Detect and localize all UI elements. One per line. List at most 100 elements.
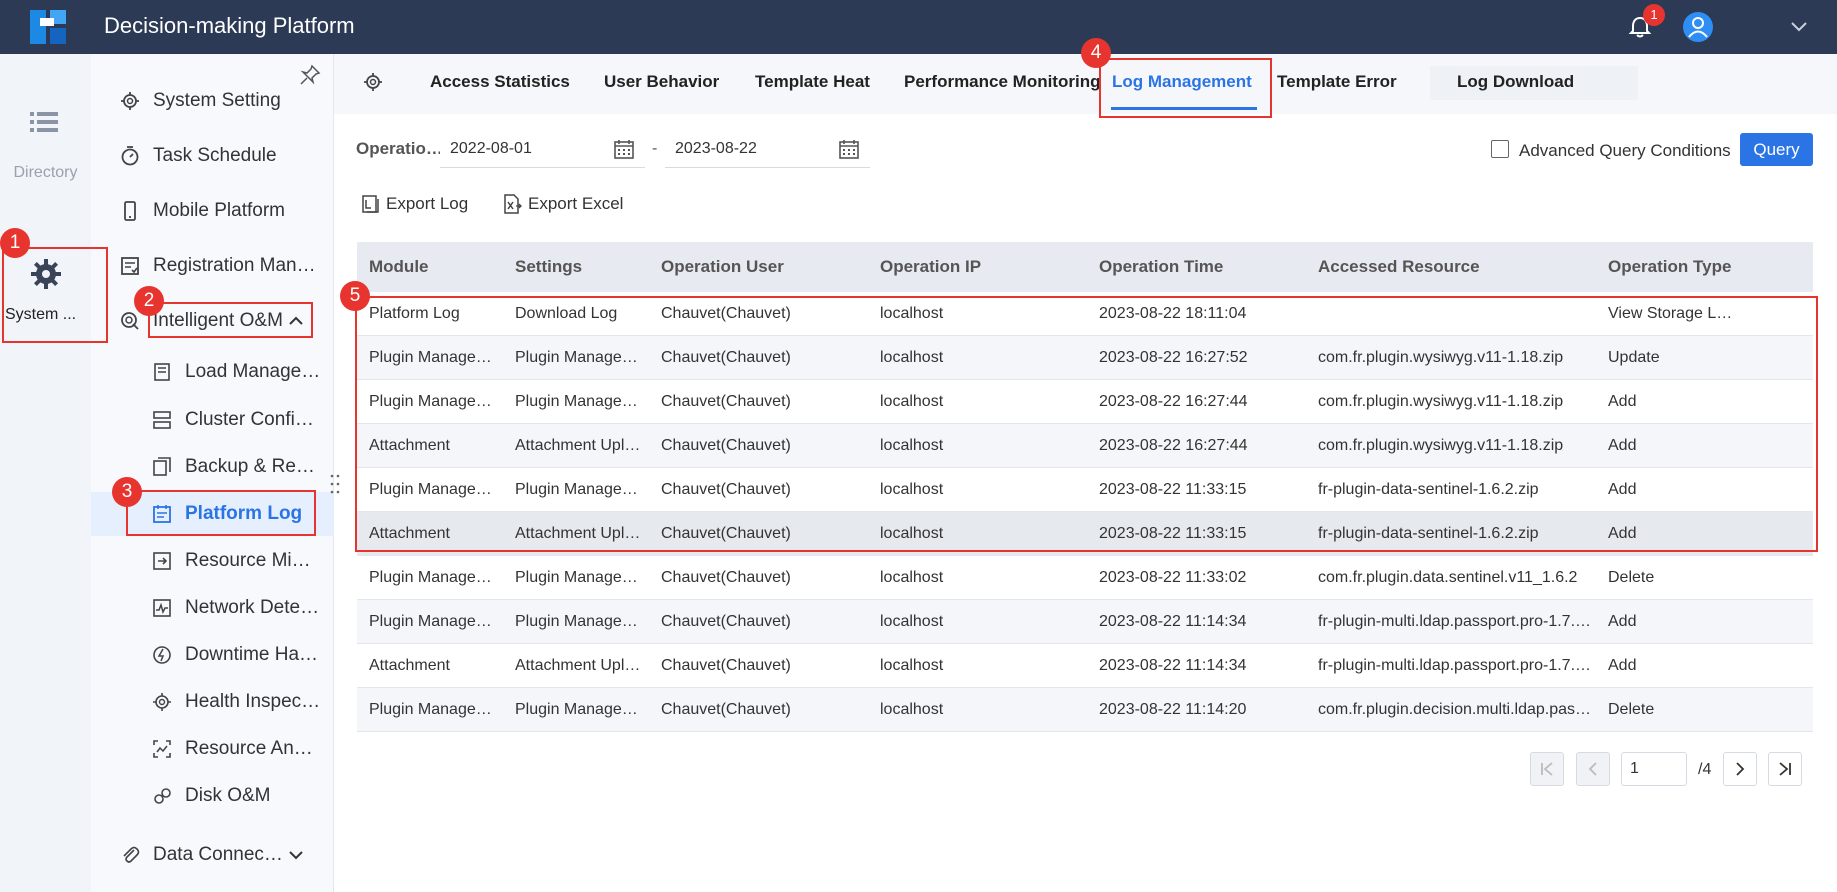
table-cell: Add (1608, 393, 1637, 410)
table-row[interactable]: Plugin Manage… Plugin Manage… Chauvet(Chau… (357, 556, 1813, 600)
table-row[interactable]: Plugin Manage… Plugin Manage… Chauvet(Chau… (357, 380, 1813, 424)
nav-sub-health-inspection[interactable]: Health Inspec… (91, 680, 334, 724)
nav-sub-load-management[interactable]: Load Manage… (91, 350, 334, 394)
cluster-icon (153, 411, 171, 429)
table-cell: Chauvet(Chauvet) (661, 525, 791, 542)
table-row[interactable]: Attachment Attachment Upl… Chauvet(Chauvet… (357, 644, 1813, 688)
table-cell: com.fr.plugin.data.sentinel.v11_1.6.2 (1318, 569, 1578, 586)
table-cell: 2023-08-22 16:27:52 (1099, 349, 1248, 366)
table-header-cell[interactable]: Module (369, 257, 499, 277)
table-header-row: Module Settings Operation User Operation… (357, 242, 1813, 292)
nav-sub-resource-migration[interactable]: Resource Mi… (91, 539, 334, 583)
start-date-field[interactable]: 2022-08-01 (440, 130, 645, 168)
table-header-cell[interactable]: Operation User (661, 257, 861, 277)
health-icon (153, 693, 171, 711)
nav-sub-label: Health Inspec… (185, 691, 321, 712)
chevron-down-icon[interactable] (1790, 17, 1808, 35)
load-icon (154, 363, 170, 381)
excel-icon (504, 194, 522, 214)
nav-sub-label: Resource Mi… (185, 550, 311, 571)
table-row[interactable]: Attachment Attachment Upl… Chauvet(Chauvet… (357, 424, 1813, 468)
table-cell: Chauvet(Chauvet) (661, 481, 791, 498)
downtime-icon (153, 646, 171, 664)
prev-page-button[interactable] (1576, 752, 1610, 786)
nav-sub-cluster-config[interactable]: Cluster Confi… (91, 398, 334, 442)
table-header-cell[interactable]: Operation Type (1608, 257, 1748, 277)
table-header-cell[interactable]: Settings (515, 257, 645, 277)
table-header-cell[interactable]: Operation Time (1099, 257, 1299, 277)
directory-label[interactable]: Directory (0, 164, 91, 182)
nav-item-mobile-platform[interactable]: Mobile Platform (91, 189, 334, 233)
nav-sub-downtime-handling[interactable]: Downtime Ha… (91, 633, 334, 677)
first-page-icon (1541, 762, 1553, 776)
table-cell: 2023-08-22 16:27:44 (1099, 437, 1248, 454)
directory-list-icon[interactable] (28, 106, 60, 138)
table-cell: Plugin Manage… (515, 613, 638, 630)
page-number-input[interactable]: 1 (1621, 752, 1687, 786)
nav-item-intelligent-om[interactable]: Intelligent O&M (91, 299, 334, 343)
table-header-cell[interactable]: Operation IP (880, 257, 1080, 277)
table-row[interactable]: Plugin Manage… Plugin Manage… Chauvet(Chau… (357, 468, 1813, 512)
table-header-cell[interactable]: Accessed Resource (1318, 257, 1598, 277)
table-cell: Plugin Manage… (515, 569, 638, 586)
tab-settings-gear-icon[interactable] (362, 71, 384, 93)
table-row[interactable]: Plugin Manage… Plugin Manage… Chauvet(Chau… (357, 336, 1813, 380)
table-cell: localhost (880, 393, 944, 410)
table-row[interactable]: Attachment Attachment Upl… Chauvet(Chauvet… (357, 512, 1813, 556)
registration-icon (121, 257, 139, 275)
chevron-left-icon (1588, 762, 1597, 776)
nav-sub-resource-analysis[interactable]: Resource An… (91, 727, 334, 771)
table-row[interactable]: Plugin Manage… Plugin Manage… Chauvet(Chau… (357, 600, 1813, 644)
nav-item-registration[interactable]: Registration Man… (91, 244, 334, 288)
user-avatar[interactable] (1683, 12, 1713, 42)
end-date-field[interactable]: 2023-08-22 (665, 130, 870, 168)
export-log-button[interactable]: Export Log (362, 194, 468, 214)
log-table: Module Settings Operation User Operation… (357, 242, 1813, 732)
resize-handle-icon[interactable] (330, 472, 340, 496)
chevron-up-icon[interactable] (287, 312, 305, 330)
table-cell: fr-plugin-data-sentinel-1.6.2.zip (1318, 525, 1539, 542)
table-cell: Chauvet(Chauvet) (661, 569, 791, 586)
nav-sub-network-detection[interactable]: Network Dete… (91, 586, 334, 630)
table-cell: localhost (880, 481, 944, 498)
table-cell: Attachment Upl… (515, 657, 641, 674)
advanced-query-label[interactable]: Advanced Query Conditions (1519, 141, 1731, 161)
app-logo-icon[interactable] (30, 8, 70, 46)
tab-log-download[interactable]: Log Download (1457, 72, 1574, 92)
query-button[interactable]: Query (1740, 133, 1813, 166)
notification-badge: 1 (1643, 4, 1665, 26)
table-cell: com.fr.plugin.wysiwyg.v11-1.18.zip (1318, 349, 1564, 366)
nav-item-task-schedule[interactable]: Task Schedule (91, 134, 334, 178)
advanced-query-checkbox[interactable] (1491, 140, 1509, 158)
nav-sub-label: Cluster Confi… (185, 409, 314, 430)
tab-access-statistics[interactable]: Access Statistics (430, 72, 570, 92)
nav-item-label: Task Schedule (153, 145, 277, 166)
export-excel-label: Export Excel (528, 194, 624, 213)
tab-log-management[interactable]: Log Management (1112, 72, 1252, 92)
nav-item-system-setting[interactable]: System Setting (91, 79, 334, 123)
nav-item-data-connection[interactable]: Data Connec… (91, 833, 334, 877)
table-cell: Platform Log (369, 305, 460, 322)
tab-template-error[interactable]: Template Error (1277, 72, 1397, 92)
nav-sub-disk-om[interactable]: Disk O&M (91, 774, 334, 818)
tab-template-heat[interactable]: Template Heat (755, 72, 870, 92)
active-tab-indicator (1111, 107, 1257, 110)
table-cell: localhost (880, 701, 944, 718)
last-page-button[interactable] (1768, 752, 1802, 786)
next-page-button[interactable] (1723, 752, 1757, 786)
table-cell: Delete (1608, 569, 1655, 586)
table-cell: Add (1608, 657, 1637, 674)
tab-user-behavior[interactable]: User Behavior (604, 72, 719, 92)
annotation-number: 2 (134, 286, 164, 316)
export-excel-button[interactable]: Export Excel (502, 194, 623, 214)
calendar-icon[interactable] (838, 138, 860, 160)
table-cell: Attachment (369, 437, 450, 454)
tab-performance-monitoring[interactable]: Performance Monitoring (904, 72, 1100, 92)
table-row[interactable]: Plugin Manage… Plugin Manage… Chauvet(Chau… (357, 688, 1813, 732)
table-row[interactable]: Platform Log Download Log Chauvet(Chauvet)… (357, 292, 1813, 336)
table-cell: com.fr.plugin.wysiwyg.v11-1.18.zip (1318, 437, 1564, 454)
chevron-down-icon[interactable] (287, 846, 305, 864)
table-cell: Add (1608, 437, 1637, 454)
first-page-button[interactable] (1530, 752, 1564, 786)
calendar-icon[interactable] (613, 138, 635, 160)
